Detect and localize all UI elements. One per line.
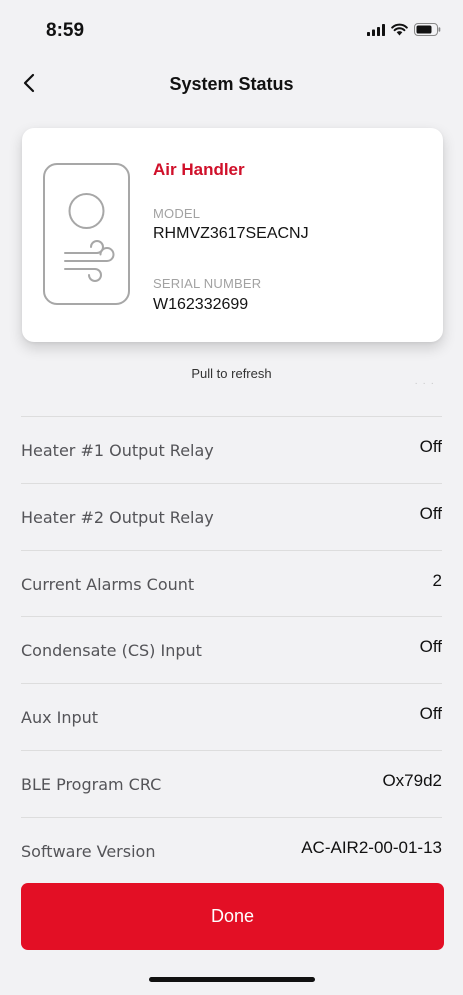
row-label: Aux Input xyxy=(21,708,99,728)
serial-number-value: W162332699 xyxy=(153,296,249,313)
row-value: Ox79d2 xyxy=(382,770,442,790)
row-value: 2 xyxy=(432,570,442,590)
row-value: Off xyxy=(419,503,442,523)
row-label: Condensate (CS) Input xyxy=(21,641,202,661)
row-label: Software Version xyxy=(21,841,156,861)
model-value: RHMVZ3617SEACNJ xyxy=(153,225,309,242)
device-name: Air Handler xyxy=(153,160,245,179)
list-item: Aux Input Off xyxy=(21,683,442,750)
device-card: Air Handler MODEL RHMVZ3617SEACNJ SERIAL… xyxy=(22,128,443,342)
row-label: Heater #2 Output Relay xyxy=(21,507,214,527)
row-value: AC-AIR2-00-01-13 xyxy=(301,837,442,857)
row-value: Off xyxy=(419,637,442,657)
row-label: Heater #1 Output Relay xyxy=(21,441,214,460)
row-label: Current Alarms Count xyxy=(21,574,195,594)
done-button[interactable]: Done xyxy=(21,883,444,950)
list-item: Heater #1 Output Relay Off xyxy=(21,416,442,483)
row-value: Off xyxy=(419,437,442,456)
model-label: MODEL xyxy=(153,206,201,221)
status-icons xyxy=(367,23,441,41)
status-time: 8:59 xyxy=(46,20,85,41)
cellular-signal-icon xyxy=(367,23,385,41)
refresh-spinner-icon: · · · xyxy=(414,378,435,389)
nav-bar: System Status xyxy=(0,62,463,110)
wifi-icon xyxy=(391,23,408,41)
air-handler-icon xyxy=(43,163,130,305)
list-item: Software Version AC-AIR2-00-01-13 xyxy=(21,816,442,884)
list-item: Current Alarms Count 2 xyxy=(21,549,442,617)
status-list: Heater #1 Output Relay Off Heater #2 Out… xyxy=(21,416,442,884)
pull-to-refresh-text: Pull to refresh xyxy=(191,366,272,381)
list-item: BLE Program CRC Ox79d2 xyxy=(21,749,442,817)
status-bar: 8:59 xyxy=(0,0,463,62)
home-indicator[interactable] xyxy=(149,977,315,982)
row-value: Off xyxy=(419,704,442,724)
serial-number-label: SERIAL NUMBER xyxy=(153,276,262,291)
list-item: Condensate (CS) Input Off xyxy=(21,616,442,683)
battery-icon xyxy=(414,23,441,41)
page-title: System Status xyxy=(169,74,294,94)
row-label: BLE Program CRC xyxy=(21,774,162,794)
list-item: Heater #2 Output Relay Off xyxy=(21,482,442,550)
